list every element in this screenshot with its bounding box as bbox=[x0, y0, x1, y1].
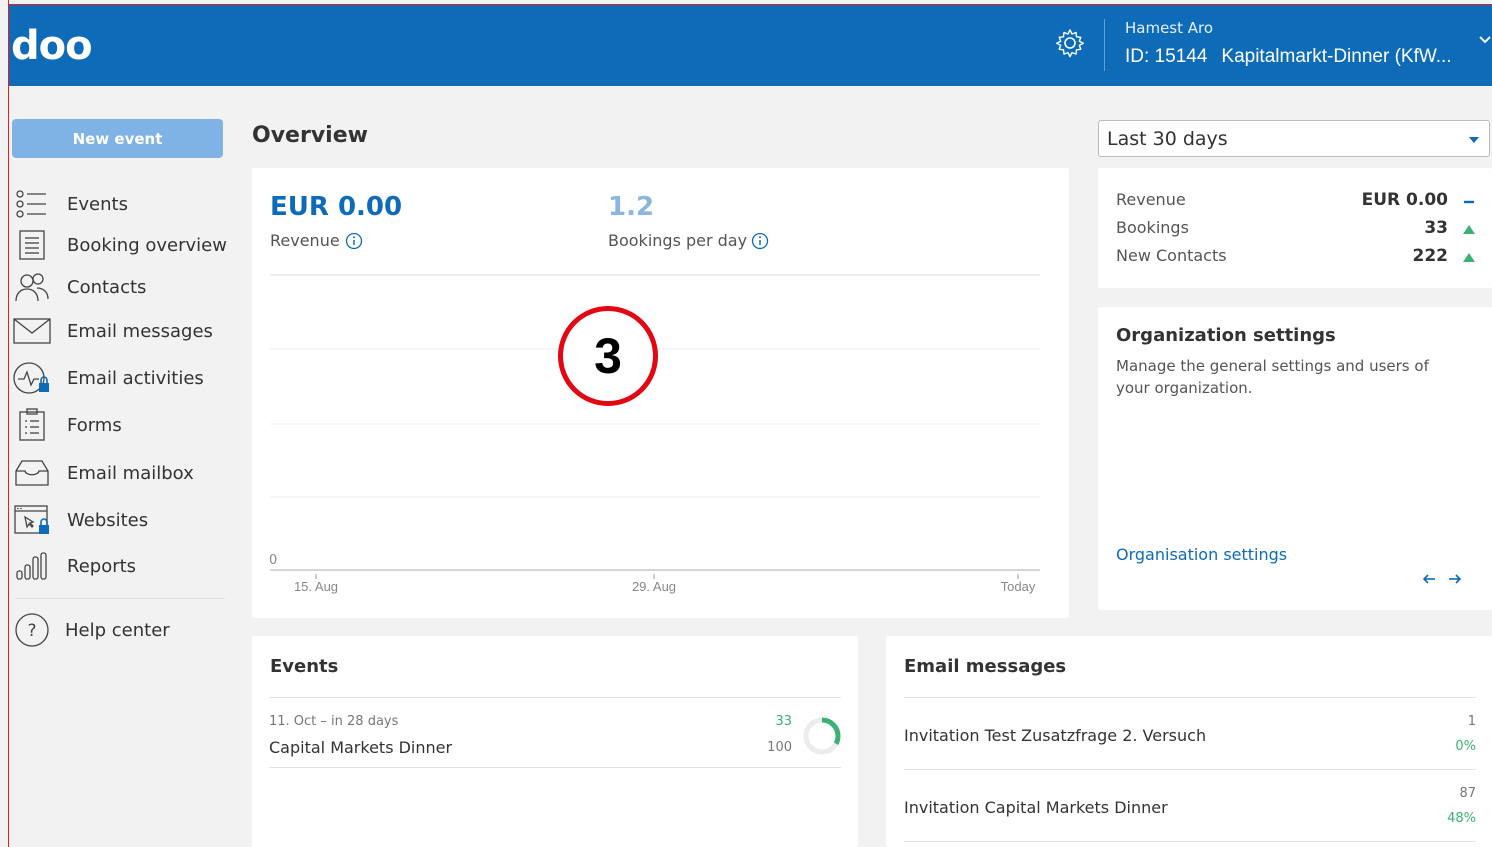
organisation-settings-link[interactable]: Organisation settings bbox=[1116, 545, 1287, 564]
sidebar: New event Events Booking overview Contac… bbox=[9, 86, 231, 847]
caret-down-icon bbox=[1469, 137, 1479, 143]
sidebar-item-label: Forms bbox=[67, 414, 122, 436]
help-icon: ? bbox=[9, 609, 55, 651]
page-title: Overview bbox=[252, 123, 368, 148]
event-capacity: 100 bbox=[767, 740, 792, 755]
arrow-left-icon[interactable] bbox=[1422, 573, 1436, 585]
sidebar-item-reports[interactable]: Reports bbox=[9, 545, 229, 587]
sidebar-item-label: Email messages bbox=[67, 320, 213, 342]
stat-value: 33 bbox=[1424, 218, 1448, 238]
header-divider bbox=[1104, 19, 1105, 71]
step-number-badge: 3 bbox=[558, 306, 658, 406]
sidebar-item-forms[interactable]: Forms bbox=[9, 404, 229, 446]
sidebar-item-email-mailbox[interactable]: Email mailbox bbox=[9, 452, 229, 494]
email-title: Invitation Capital Markets Dinner bbox=[904, 798, 1168, 817]
carousel-nav bbox=[1422, 573, 1462, 585]
event-booked-count: 33 bbox=[775, 714, 792, 729]
sidebar-item-events[interactable]: Events bbox=[9, 183, 229, 225]
help-center-link[interactable]: ? Help center bbox=[9, 609, 229, 651]
stat-value: EUR 0.00 bbox=[1361, 190, 1448, 210]
x-tick-label: Today bbox=[1001, 579, 1036, 594]
sidebar-item-label: Contacts bbox=[67, 276, 147, 298]
period-select[interactable]: Last 30 days bbox=[1098, 120, 1490, 157]
email-messages-panel: Email messages Invitation Test Zusatzfra… bbox=[886, 636, 1492, 847]
trend-neutral-icon bbox=[1464, 200, 1474, 204]
chevron-down-icon[interactable] bbox=[1478, 33, 1492, 47]
sidebar-item-booking-overview[interactable]: Booking overview bbox=[9, 224, 229, 266]
email-recipient-count: 87 bbox=[1459, 786, 1476, 801]
event-id: ID: 15144 bbox=[1125, 46, 1208, 67]
booking-progress-donut bbox=[803, 717, 841, 755]
stat-row-revenue: Revenue EUR 0.00 bbox=[1116, 190, 1476, 214]
inbox-icon bbox=[9, 452, 55, 494]
current-event[interactable]: ID: 15144 Kapitalmarkt-Dinner (KfW... bbox=[1125, 46, 1452, 68]
sidebar-divider bbox=[15, 598, 225, 599]
summary-stats-card: Revenue EUR 0.00 Bookings 33 New Contact… bbox=[1098, 168, 1492, 288]
event-title: Capital Markets Dinner bbox=[269, 738, 453, 757]
sidebar-item-label: Websites bbox=[67, 509, 149, 531]
sidebar-item-label: Email mailbox bbox=[67, 462, 194, 484]
stat-value: 222 bbox=[1412, 246, 1449, 266]
overview-line-chart: 0 15. Aug 29. Aug Today bbox=[269, 274, 1040, 594]
user-name[interactable]: Hamest Aro bbox=[1125, 19, 1213, 37]
email-list-item[interactable]: Invitation Test Zusatzfrage 2. Versuch 1… bbox=[904, 698, 1476, 768]
sidebar-item-contacts[interactable]: Contacts bbox=[9, 266, 229, 308]
top-bar: doo Hamest Aro ID: 15144 Kapitalmarkt-Din… bbox=[9, 5, 1492, 86]
email-list-item[interactable]: Invitation Capital Markets Dinner 87 48% bbox=[904, 770, 1476, 840]
sidebar-item-email-activities[interactable]: Email activities bbox=[9, 357, 229, 399]
events-list-icon bbox=[9, 183, 55, 225]
trend-up-icon bbox=[1463, 225, 1475, 234]
email-open-rate: 0% bbox=[1455, 739, 1476, 754]
bar-chart-icon bbox=[9, 545, 55, 587]
org-settings-description: Manage the general settings and users of… bbox=[1116, 357, 1429, 397]
stat-label: New Contacts bbox=[1116, 246, 1227, 265]
divider bbox=[269, 767, 841, 768]
booking-list-icon bbox=[9, 224, 55, 266]
contacts-icon bbox=[9, 266, 55, 308]
sidebar-item-label: Booking overview bbox=[67, 234, 227, 256]
divider bbox=[269, 697, 841, 698]
arrow-right-icon[interactable] bbox=[1448, 573, 1462, 585]
event-date: 11. Oct – in 28 days bbox=[269, 714, 399, 729]
divider bbox=[904, 841, 1476, 842]
sidebar-item-websites[interactable]: Websites bbox=[9, 499, 229, 541]
sidebar-item-label: Reports bbox=[67, 555, 137, 577]
overview-chart-card: EUR 0.00 Revenue 1.2 Bookings per day 01… bbox=[252, 168, 1069, 618]
x-tick-label: 29. Aug bbox=[632, 579, 676, 594]
email-recipient-count: 1 bbox=[1467, 714, 1476, 729]
period-select-value: Last 30 days bbox=[1107, 127, 1228, 150]
email-panel-title: Email messages bbox=[904, 656, 1067, 677]
new-event-button[interactable]: New event bbox=[12, 119, 223, 158]
form-icon bbox=[9, 404, 55, 446]
email-title: Invitation Test Zusatzfrage 2. Versuch bbox=[904, 726, 1207, 745]
svg-text:?: ? bbox=[27, 621, 36, 641]
app-logo[interactable]: doo bbox=[11, 23, 93, 69]
events-panel: Events 11. Oct – in 28 days Capital Mark… bbox=[252, 636, 858, 847]
sidebar-item-email-messages[interactable]: Email messages bbox=[9, 310, 229, 352]
gear-icon[interactable] bbox=[1054, 27, 1086, 59]
help-center-label: Help center bbox=[65, 619, 170, 641]
event-name: Kapitalmarkt-Dinner (KfW... bbox=[1221, 46, 1452, 67]
trend-up-icon bbox=[1463, 253, 1475, 262]
stat-label: Revenue bbox=[1116, 190, 1186, 209]
org-settings-title: Organization settings bbox=[1116, 325, 1336, 346]
x-tick-label: 15. Aug bbox=[294, 579, 338, 594]
events-panel-title: Events bbox=[270, 656, 339, 677]
email-open-rate: 48% bbox=[1447, 811, 1476, 826]
stat-row-new-contacts: New Contacts 222 bbox=[1116, 246, 1476, 270]
organization-settings-card: Organization settings Manage the general… bbox=[1098, 307, 1492, 610]
activity-lock-icon bbox=[9, 357, 55, 399]
website-lock-icon bbox=[9, 499, 55, 541]
stat-label: Bookings bbox=[1116, 218, 1189, 237]
sidebar-item-label: Events bbox=[67, 193, 128, 215]
sidebar-item-label: Email activities bbox=[67, 367, 204, 389]
stat-row-bookings: Bookings 33 bbox=[1116, 218, 1476, 242]
y-tick-label: 0 bbox=[269, 553, 277, 568]
envelope-icon bbox=[9, 310, 55, 352]
